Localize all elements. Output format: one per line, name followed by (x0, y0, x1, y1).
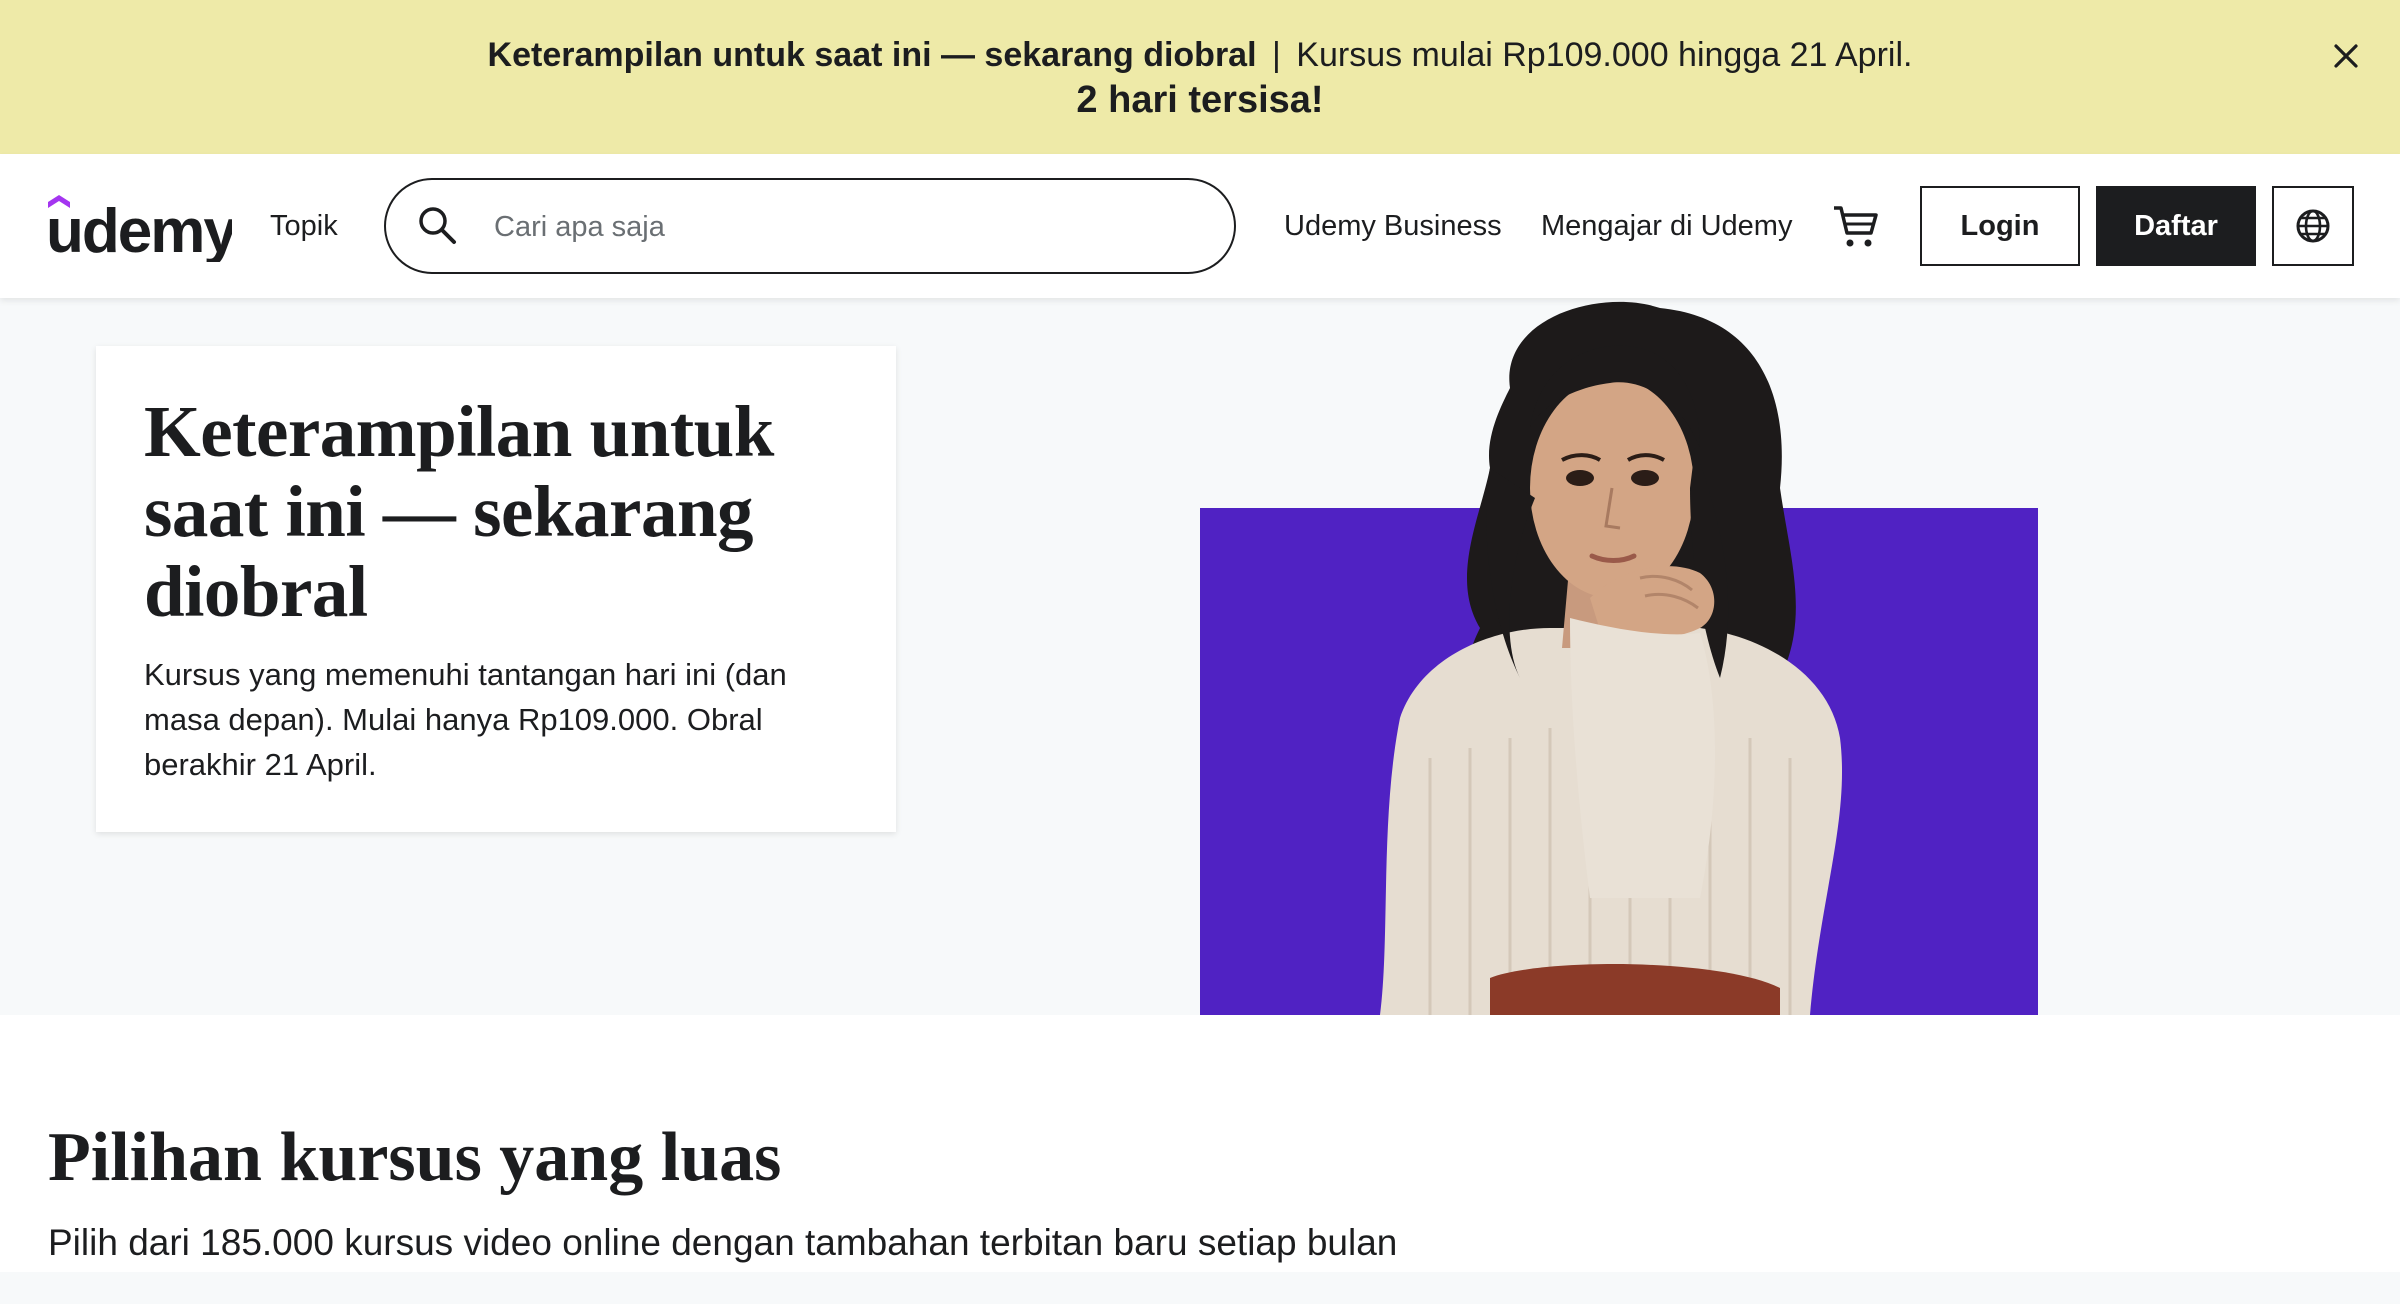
cart-button[interactable] (1830, 200, 1882, 252)
cart-icon (1834, 206, 1878, 247)
promo-separator: | (1271, 36, 1281, 74)
promo-line: Keterampilan untuk saat ini — sekarang d… (0, 34, 2400, 76)
topics-link[interactable]: Topik (270, 206, 338, 246)
udemy-logo[interactable]: udemy (46, 192, 240, 266)
search-input[interactable] (492, 200, 1196, 254)
hero-title: Keterampilan untuk saat ini — sekarang d… (144, 391, 774, 632)
hero-person-image (1380, 301, 1843, 1015)
close-banner-button[interactable] (2326, 36, 2366, 76)
hero-card: Keterampilan untuk saat ini — sekarang d… (96, 346, 896, 832)
promo-headline: Keterampilan untuk saat ini — sekarang d… (487, 36, 1257, 74)
close-icon (2334, 44, 2358, 68)
hero-description: Kursus yang memenuhi tantangan hari ini … (144, 657, 787, 782)
promo-detail: Kursus mulai Rp109.000 hingga 21 April. (1296, 36, 1913, 74)
section-subtitle: Pilih dari 185.000 kursus video online d… (48, 1222, 1398, 1263)
language-button[interactable] (2272, 186, 2354, 266)
top-header: udemy Topik Udemy Business Mengajar di U… (0, 154, 2400, 298)
section-title: Pilihan kursus yang luas (48, 1119, 782, 1196)
teach-on-udemy-link[interactable]: Mengajar di Udemy (1541, 206, 1792, 246)
search-icon[interactable] (416, 204, 460, 248)
logo-text: udemy (46, 197, 232, 262)
search-bar[interactable] (384, 178, 1236, 274)
promo-banner: Keterampilan untuk saat ini — sekarang d… (0, 0, 2400, 154)
logo-graphic: udemy (46, 195, 240, 266)
login-button[interactable]: Login (1920, 186, 2080, 266)
promo-countdown: 2 hari tersisa! (1076, 79, 1324, 121)
globe-icon (2296, 209, 2330, 243)
bottom-strip (0, 1272, 2400, 1304)
udemy-business-link[interactable]: Udemy Business (1284, 206, 1502, 246)
hero-section: Keterampilan untuk saat ini — sekarang d… (0, 298, 2400, 1015)
signup-button[interactable]: Daftar (2096, 186, 2256, 266)
